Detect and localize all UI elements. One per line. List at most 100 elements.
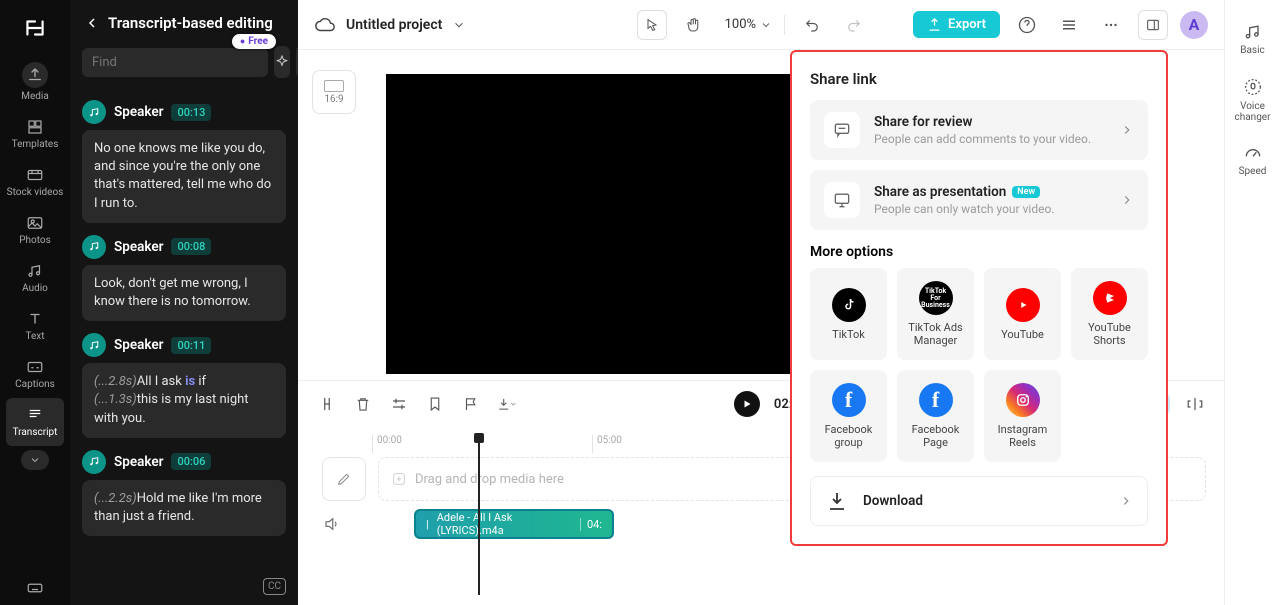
plus-icon bbox=[391, 471, 407, 487]
share-youtube[interactable]: YouTube bbox=[984, 268, 1061, 360]
nav-templates[interactable]: Templates bbox=[0, 110, 70, 158]
aspect-label: 16:9 bbox=[324, 94, 343, 105]
hand-tool[interactable] bbox=[679, 10, 709, 40]
share-tiktok[interactable]: TikTok bbox=[810, 268, 887, 360]
download-option[interactable]: Download bbox=[810, 476, 1148, 526]
aspect-ratio-card[interactable]: 16:9 bbox=[312, 70, 356, 114]
right-rail: Basic Voice changer Speed bbox=[1224, 0, 1280, 605]
share-facebook-group[interactable]: fFacebook group bbox=[810, 370, 887, 462]
share-facebook-page[interactable]: fFacebook Page bbox=[897, 370, 974, 462]
pencil-icon bbox=[336, 471, 352, 487]
presentation-icon bbox=[824, 182, 860, 218]
share-heading: Share link bbox=[810, 70, 1148, 88]
music-icon bbox=[82, 333, 106, 357]
flag-tool[interactable] bbox=[460, 393, 482, 415]
share-popover: Share link Share for review People can a… bbox=[790, 50, 1168, 546]
track-edit-button[interactable] bbox=[322, 457, 366, 501]
nav-more[interactable] bbox=[21, 450, 49, 470]
audio-clip[interactable]: | Adele - All I Ask (LYRICS).m4a 04: bbox=[414, 509, 614, 539]
nav-label: Stock videos bbox=[7, 187, 64, 198]
download-icon bbox=[825, 489, 849, 513]
split-screen-tool[interactable] bbox=[1184, 393, 1206, 415]
undo-button[interactable] bbox=[797, 10, 827, 40]
video-preview[interactable] bbox=[386, 74, 816, 374]
nav-media[interactable]: Media bbox=[0, 54, 70, 110]
segment-header[interactable]: Speaker 00:13 bbox=[82, 100, 286, 124]
more-button[interactable] bbox=[1096, 10, 1126, 40]
segment-text[interactable]: No one knows me like you do, and since y… bbox=[82, 130, 286, 223]
nav-transcript[interactable]: Transcript bbox=[6, 398, 64, 446]
chevron-down-icon[interactable] bbox=[452, 18, 466, 32]
share-tiktok-ads[interactable]: TikTokFor BusinessTikTok Ads Manager bbox=[897, 268, 974, 360]
segment-header[interactable]: Speaker 00:11 bbox=[82, 333, 286, 357]
templates-icon bbox=[26, 118, 44, 136]
segment-text[interactable]: (...2.2s)Hold me like I'm more than just… bbox=[82, 480, 286, 536]
share-instagram-reels[interactable]: Instagram Reels bbox=[984, 370, 1061, 462]
find-input[interactable] bbox=[82, 48, 268, 77]
share-as-presentation[interactable]: Share as presentationNew People can only… bbox=[810, 170, 1148, 230]
share-youtube-shorts[interactable]: YouTube Shorts bbox=[1071, 268, 1148, 360]
basic-tab[interactable]: Basic bbox=[1240, 14, 1265, 64]
ruler-tick: 00:00 bbox=[372, 435, 402, 453]
left-vertical-nav: Media Templates Stock videos Photos Audi… bbox=[0, 0, 70, 605]
download-tool[interactable] bbox=[496, 393, 518, 415]
voice-changer-tab[interactable]: Voice changer bbox=[1225, 68, 1280, 131]
comment-icon bbox=[824, 112, 860, 148]
chevron-right-icon bbox=[1120, 123, 1134, 137]
ellipsis-icon bbox=[1102, 16, 1120, 34]
avatar[interactable]: A bbox=[1180, 11, 1208, 39]
segment-text[interactable]: (...2.8s)All I ask is if (...1.3s)this i… bbox=[82, 363, 286, 438]
back-icon[interactable] bbox=[84, 15, 100, 31]
export-button[interactable]: Export bbox=[913, 11, 1000, 38]
enhance-button[interactable] bbox=[274, 46, 290, 78]
transcript-list[interactable]: Speaker 00:13 No one knows me like you d… bbox=[70, 88, 298, 605]
youtube-shorts-icon bbox=[1093, 281, 1127, 315]
project-title[interactable]: Untitled project bbox=[346, 17, 442, 33]
speaker-label: Speaker bbox=[114, 239, 163, 255]
speed-icon bbox=[1243, 143, 1263, 163]
zoom-control[interactable]: 100% bbox=[721, 17, 772, 32]
cursor-tool[interactable] bbox=[637, 10, 667, 40]
tiktok-ads-icon: TikTokFor Business bbox=[919, 281, 953, 315]
nav-audio[interactable]: Audio bbox=[0, 254, 70, 302]
speed-tab[interactable]: Speed bbox=[1239, 135, 1267, 185]
facebook-icon: f bbox=[919, 383, 953, 417]
help-button[interactable] bbox=[1012, 10, 1042, 40]
delete-tool[interactable] bbox=[352, 393, 374, 415]
audio-icon bbox=[26, 262, 44, 280]
panel-toggle[interactable] bbox=[1138, 10, 1168, 40]
play-button[interactable] bbox=[734, 391, 760, 417]
redo-button[interactable] bbox=[839, 10, 869, 40]
segment-header[interactable]: Speaker 00:06 bbox=[82, 450, 286, 474]
chevron-down-icon bbox=[760, 19, 772, 31]
segment-time: 00:08 bbox=[171, 238, 211, 255]
nav-label: Captions bbox=[15, 379, 55, 390]
nav-text[interactable]: Text bbox=[0, 302, 70, 350]
segment-header[interactable]: Speaker 00:08 bbox=[82, 235, 286, 259]
aspect-icon bbox=[324, 80, 344, 92]
cc-icon[interactable]: CC bbox=[263, 578, 286, 595]
nav-photos[interactable]: Photos bbox=[0, 206, 70, 254]
facebook-icon: f bbox=[832, 383, 866, 417]
hand-icon bbox=[685, 16, 703, 34]
mute-toggle[interactable] bbox=[322, 515, 342, 533]
adjust-tool[interactable] bbox=[388, 393, 410, 415]
split-tool[interactable] bbox=[316, 393, 338, 415]
nav-stock-videos[interactable]: Stock videos bbox=[0, 158, 70, 206]
cloud-icon[interactable] bbox=[314, 14, 336, 36]
nav-keyboard[interactable] bbox=[0, 571, 70, 605]
playhead[interactable] bbox=[478, 435, 480, 595]
more-options-heading: More options bbox=[810, 244, 1148, 260]
speaker-label: Speaker bbox=[114, 454, 163, 470]
segment-time: 00:06 bbox=[171, 453, 211, 470]
share-for-review[interactable]: Share for review People can add comments… bbox=[810, 100, 1148, 160]
free-badge: Free bbox=[232, 34, 276, 49]
layers-button[interactable] bbox=[1054, 10, 1084, 40]
bookmark-tool[interactable] bbox=[424, 393, 446, 415]
caption-icon bbox=[26, 358, 44, 376]
app-logo[interactable] bbox=[15, 8, 55, 48]
play-icon bbox=[741, 398, 753, 410]
nav-captions[interactable]: Captions bbox=[0, 350, 70, 398]
clip-stamp: 04: bbox=[580, 518, 602, 531]
segment-text[interactable]: Look, don't get me wrong, I know there i… bbox=[82, 265, 286, 321]
